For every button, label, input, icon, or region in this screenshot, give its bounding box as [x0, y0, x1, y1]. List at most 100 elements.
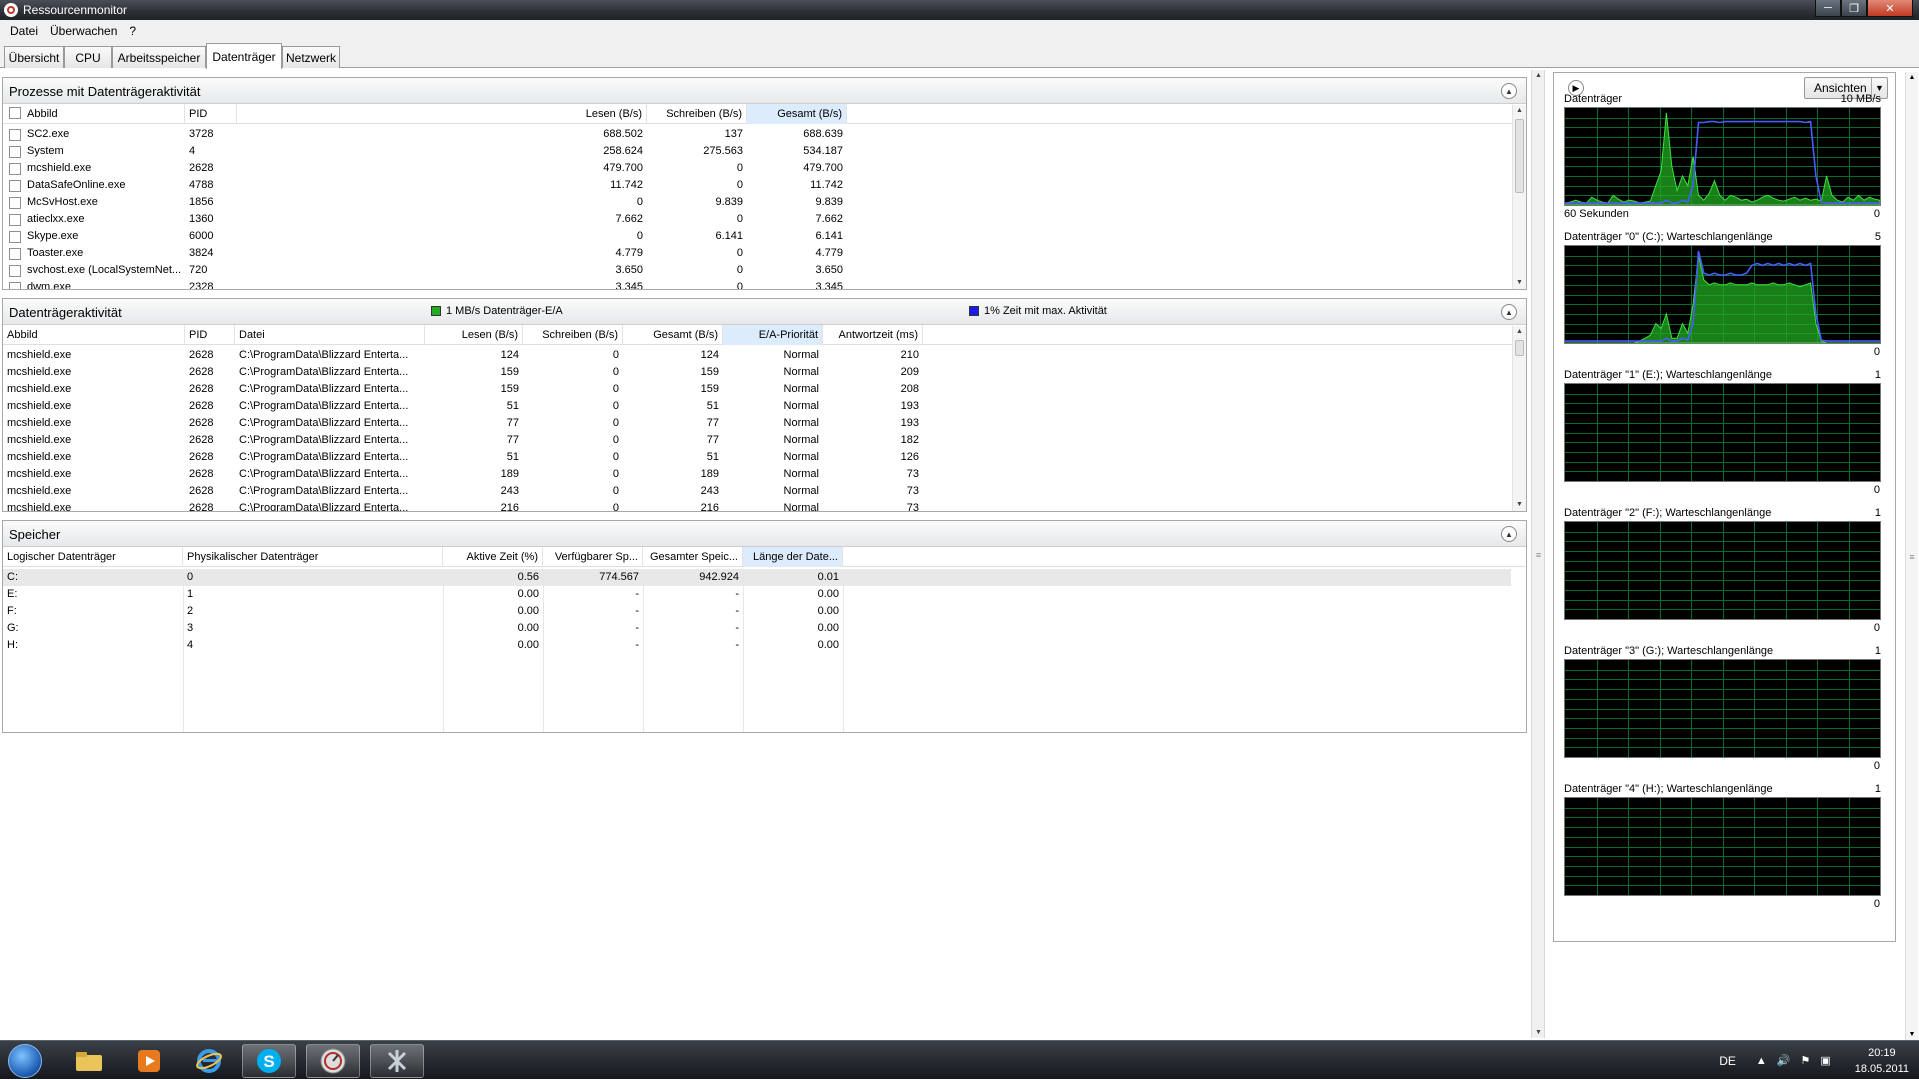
taskbar-media-player[interactable] [122, 1044, 176, 1078]
show-hidden-icons-icon[interactable]: ▲ [1756, 1055, 1767, 1067]
tab-memory[interactable]: Arbeitsspeicher [112, 46, 206, 68]
col-read[interactable]: Lesen (B/s) [425, 325, 523, 345]
taskbar-resource-monitor[interactable] [306, 1044, 360, 1078]
col-total[interactable]: Gesamt (B/s) [623, 325, 723, 345]
menu-datei[interactable]: Datei [4, 24, 44, 38]
process-checkbox[interactable] [9, 163, 21, 175]
network-icon[interactable]: ▣ [1820, 1054, 1830, 1067]
scroll-down-icon[interactable]: ▼ [1513, 277, 1526, 289]
volume-icon[interactable]: 🔊 [1777, 1054, 1791, 1067]
col-total[interactable]: Gesamt (B/s) [747, 104, 847, 124]
table-row[interactable]: dwm.exe 2328 3.345 0 3.345 [3, 279, 1511, 289]
start-button[interactable] [8, 1044, 42, 1078]
select-all-checkbox[interactable] [9, 107, 21, 119]
process-checkbox[interactable] [9, 146, 21, 158]
col-abbild[interactable]: Abbild [3, 104, 185, 124]
process-checkbox[interactable] [9, 197, 21, 209]
close-button[interactable]: ✕ [1867, 0, 1913, 17]
table-row[interactable]: H: 4 0.00 - - 0.00 [3, 637, 1511, 654]
activity-scrollbar[interactable]: ▲ ▼ [1512, 326, 1526, 511]
language-indicator[interactable]: DE [1719, 1054, 1736, 1068]
scroll-down-icon[interactable]: ▼ [1513, 499, 1526, 511]
taskbar-explorer[interactable] [62, 1044, 116, 1078]
graph-panel-scrollbar[interactable]: ▲ ≡ ▼ [1905, 72, 1918, 1040]
table-row[interactable]: E: 1 0.00 - - 0.00 [3, 586, 1511, 603]
scroll-down-icon[interactable]: ▼ [1532, 1029, 1545, 1036]
table-row[interactable]: mcshield.exe 2628 C:\ProgramData\Blizzard … [3, 381, 1511, 398]
activity-scroll-thumb[interactable] [1515, 340, 1524, 356]
col-total-space[interactable]: Gesamter Speic... [643, 547, 743, 567]
col-physical-disk[interactable]: Physikalischer Datenträger [183, 547, 443, 567]
table-row[interactable]: mcshield.exe 2628 C:\ProgramData\Blizzard … [3, 449, 1511, 466]
col-read[interactable]: Lesen (B/s) [237, 104, 647, 124]
main-scrollbar[interactable]: ▲ ≡ ▼ [1531, 70, 1545, 1038]
table-row[interactable]: mcshield.exe 2628 C:\ProgramData\Blizzard … [3, 364, 1511, 381]
tab-disk[interactable]: Datenträger [206, 43, 282, 69]
table-row[interactable]: G: 3 0.00 - - 0.00 [3, 620, 1511, 637]
process-checkbox[interactable] [9, 231, 21, 243]
process-checkbox[interactable] [9, 282, 21, 289]
process-checkbox[interactable] [9, 180, 21, 192]
table-row[interactable]: atieclxx.exe 1360 7.662 0 7.662 [3, 211, 1511, 228]
clock[interactable]: 20:19 18.05.2011 [1855, 1045, 1909, 1077]
tab-cpu[interactable]: CPU [64, 46, 112, 68]
col-logical-disk[interactable]: Logischer Datenträger [3, 547, 183, 567]
table-row[interactable]: mcshield.exe 2628 479.700 0 479.700 [3, 160, 1511, 177]
taskbar-starcraft[interactable] [370, 1044, 424, 1078]
taskbar-internet-explorer[interactable] [182, 1044, 236, 1078]
col-pid[interactable]: PID [185, 104, 237, 124]
table-row[interactable]: Skype.exe 6000 0 6.141 6.141 [3, 228, 1511, 245]
menu-ueberwachen[interactable]: Überwachen [44, 24, 123, 38]
storage-header[interactable]: Speicher ▲ [3, 521, 1526, 547]
col-active-time[interactable]: Aktive Zeit (%) [443, 547, 543, 567]
splitter-grip-icon[interactable]: ≡ [1532, 550, 1545, 560]
processes-scrollbar[interactable]: ▲ ▼ [1512, 105, 1526, 289]
processes-header[interactable]: Prozesse mit Datenträgeraktivität ▲ [3, 78, 1526, 104]
table-row[interactable]: C: 0 0.56 774.567 942.924 0.01 [3, 569, 1511, 586]
table-row[interactable]: McSvHost.exe 1856 0 9.839 9.839 [3, 194, 1511, 211]
menu-help[interactable]: ? [123, 24, 142, 38]
resource-monitor-app-icon[interactable] [4, 3, 18, 17]
col-write[interactable]: Schreiben (B/s) [523, 325, 623, 345]
table-row[interactable]: mcshield.exe 2628 C:\ProgramData\Blizzard … [3, 415, 1511, 432]
col-response-time[interactable]: Antwortzeit (ms) [823, 325, 923, 345]
col-write[interactable]: Schreiben (B/s) [647, 104, 747, 124]
table-row[interactable]: DataSafeOnline.exe 4788 11.742 0 11.742 [3, 177, 1511, 194]
action-center-flag-icon[interactable]: ⚑ [1800, 1054, 1810, 1067]
table-row[interactable]: mcshield.exe 2628 C:\ProgramData\Blizzard … [3, 432, 1511, 449]
minimize-button[interactable]: ─ [1815, 0, 1841, 17]
process-checkbox[interactable] [9, 265, 21, 277]
tab-overview[interactable]: Übersicht [4, 46, 64, 68]
activity-collapse-icon[interactable]: ▲ [1501, 304, 1517, 320]
processes-scroll-thumb[interactable] [1515, 119, 1524, 193]
table-row[interactable]: mcshield.exe 2628 C:\ProgramData\Blizzard … [3, 398, 1511, 415]
table-row[interactable]: mcshield.exe 2628 C:\ProgramData\Blizzard … [3, 466, 1511, 483]
col-io-priority[interactable]: E/A-Priorität [723, 325, 823, 345]
table-row[interactable]: mcshield.exe 2628 C:\ProgramData\Blizzard … [3, 500, 1511, 511]
col-file[interactable]: Datei [235, 325, 425, 345]
table-row[interactable]: F: 2 0.00 - - 0.00 [3, 603, 1511, 620]
splitter-grip-icon[interactable]: ≡ [1906, 552, 1918, 562]
table-row[interactable]: svchost.exe (LocalSystemNet... 720 3.650 0 3… [3, 262, 1511, 279]
tab-network[interactable]: Netzwerk [282, 46, 340, 68]
table-row[interactable]: System 4 258.624 275.563 534.187 [3, 143, 1511, 160]
process-checkbox[interactable] [9, 129, 21, 141]
table-row[interactable]: Toaster.exe 3824 4.779 0 4.779 [3, 245, 1511, 262]
process-checkbox[interactable] [9, 214, 21, 226]
storage-collapse-icon[interactable]: ▲ [1501, 526, 1517, 542]
process-checkbox[interactable] [9, 248, 21, 260]
scroll-up-icon[interactable]: ▲ [1513, 105, 1526, 117]
table-row[interactable]: mcshield.exe 2628 C:\ProgramData\Blizzard … [3, 347, 1511, 364]
col-queue-length[interactable]: Länge der Date... [743, 547, 843, 567]
scroll-up-icon[interactable]: ▲ [1513, 326, 1526, 338]
maximize-button[interactable]: ❐ [1841, 0, 1867, 17]
processes-collapse-icon[interactable]: ▲ [1501, 83, 1517, 99]
table-row[interactable]: mcshield.exe 2628 C:\ProgramData\Blizzard … [3, 483, 1511, 500]
col-free-space[interactable]: Verfügbarer Sp... [543, 547, 643, 567]
scroll-up-icon[interactable]: ▲ [1906, 74, 1918, 81]
activity-header[interactable]: Datenträgeraktivität 1 MB/s Datenträger-… [3, 299, 1526, 325]
table-row[interactable]: SC2.exe 3728 688.502 137 688.639 [3, 126, 1511, 143]
scroll-down-icon[interactable]: ▼ [1906, 1031, 1918, 1038]
scroll-up-icon[interactable]: ▲ [1532, 72, 1545, 79]
col-pid[interactable]: PID [185, 325, 235, 345]
